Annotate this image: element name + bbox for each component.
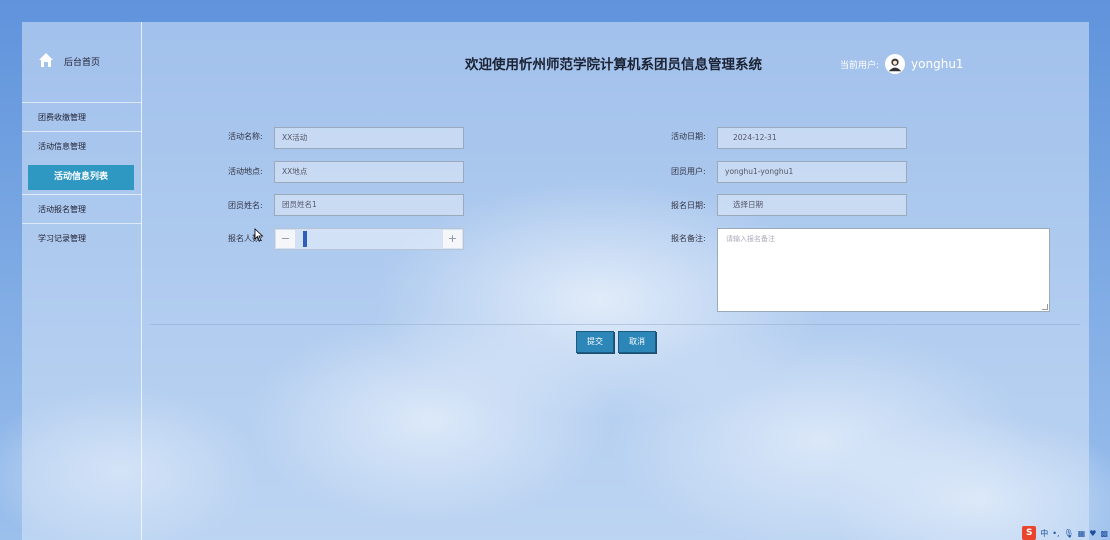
resize-grip-icon[interactable] bbox=[1042, 304, 1048, 310]
page-title: 欢迎使用忻州师范学院计算机系团员信息管理系统 bbox=[465, 57, 762, 73]
activity-name-field[interactable]: XX活动 bbox=[274, 127, 464, 149]
punctuation-icon[interactable]: •, bbox=[1052, 529, 1059, 538]
avatar[interactable] bbox=[885, 54, 906, 74]
member-user-select[interactable]: yonghu1-yonghu1 bbox=[717, 161, 907, 183]
sidebar-item-activity-manage[interactable]: 活动信息管理 bbox=[22, 131, 142, 160]
sidebar: 后台首页 团费收缴管理 活动信息管理 活动信息列表 活动报名管理 学习记录管理 bbox=[22, 22, 142, 540]
member-name-label: 团员姓名: bbox=[228, 201, 263, 210]
home-icon bbox=[38, 52, 54, 71]
microphone-icon[interactable]: 🎙 bbox=[1064, 529, 1074, 538]
cancel-button[interactable]: 取消 bbox=[618, 331, 656, 353]
user-avatar-icon bbox=[888, 58, 902, 72]
signup-date-picker[interactable]: 选择日期 bbox=[717, 194, 907, 216]
activity-date-field[interactable]: 2024-12-31 bbox=[717, 127, 907, 149]
system-tray: S 中 •, 🎙 ▦ ♥ ▩ bbox=[1022, 526, 1110, 540]
decrement-button[interactable]: − bbox=[276, 230, 296, 248]
activity-date-label: 活动日期: bbox=[671, 132, 706, 141]
increment-button[interactable]: + bbox=[442, 230, 462, 248]
signup-count-value[interactable] bbox=[303, 231, 307, 247]
toolbox-icon[interactable]: ▩ bbox=[1100, 529, 1108, 538]
current-user: 当前用户: yonghu1 bbox=[840, 54, 964, 74]
signup-note-placeholder: 请输入报名备注 bbox=[726, 235, 775, 243]
mouse-cursor-icon bbox=[254, 228, 264, 242]
sidebar-home-link[interactable]: 后台首页 bbox=[38, 52, 100, 71]
sidebar-item-study-records[interactable]: 学习记录管理 bbox=[22, 223, 142, 252]
sidebar-item-fee[interactable]: 团费收缴管理 bbox=[22, 102, 142, 131]
current-username: yonghu1 bbox=[911, 57, 964, 71]
keyboard-icon[interactable]: ▦ bbox=[1078, 529, 1086, 538]
sidebar-item-signup-manage[interactable]: 活动报名管理 bbox=[22, 194, 142, 223]
language-indicator[interactable]: 中 bbox=[1040, 528, 1048, 539]
signup-note-textarea[interactable]: 请输入报名备注 bbox=[717, 228, 1050, 312]
member-name-field[interactable]: 团员姓名1 bbox=[274, 194, 464, 216]
form-divider bbox=[150, 324, 1080, 325]
current-user-label: 当前用户: bbox=[840, 60, 880, 71]
skin-icon[interactable]: ♥ bbox=[1089, 529, 1096, 538]
sidebar-nav: 团费收缴管理 活动信息管理 活动信息列表 活动报名管理 学习记录管理 bbox=[22, 102, 142, 252]
signup-count-stepper[interactable]: − + bbox=[274, 228, 464, 250]
activity-location-field[interactable]: XX地点 bbox=[274, 161, 464, 183]
activity-name-label: 活动名称: bbox=[228, 132, 263, 141]
activity-location-label: 活动地点: bbox=[228, 167, 263, 176]
submit-button[interactable]: 提交 bbox=[576, 331, 614, 353]
signup-note-label: 报名备注: bbox=[671, 234, 706, 243]
member-user-label: 团员用户: bbox=[671, 167, 706, 176]
sidebar-home-label: 后台首页 bbox=[64, 58, 101, 68]
signup-date-label: 报名日期: bbox=[671, 201, 706, 210]
sidebar-item-activity-list[interactable]: 活动信息列表 bbox=[28, 165, 134, 190]
ime-icon[interactable]: S bbox=[1022, 526, 1037, 540]
